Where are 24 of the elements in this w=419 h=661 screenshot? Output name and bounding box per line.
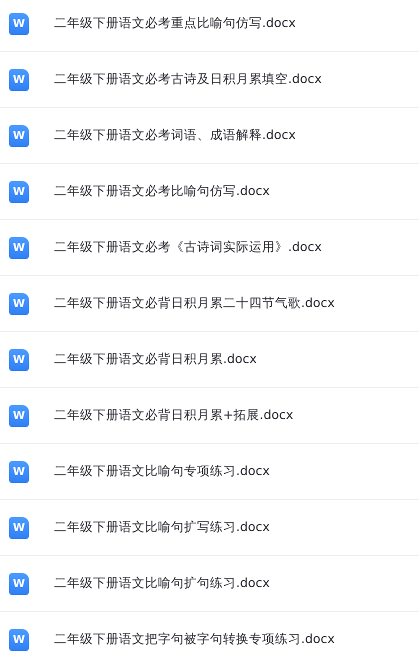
file-name[interactable]: 二年级下册语文把字句被字句转换专项练习.docx — [54, 631, 335, 648]
file-name[interactable]: 二年级下册语文必背日积月累二十四节气歌.docx — [54, 295, 335, 312]
file-name[interactable]: 二年级下册语文必考《古诗词实际运用》.docx — [54, 239, 322, 256]
document-icon: W — [9, 516, 29, 538]
file-name[interactable]: 二年级下册语文必背日积月累.docx — [54, 351, 257, 368]
file-name[interactable]: 二年级下册语文必考词语、成语解释.docx — [54, 127, 296, 144]
file-name[interactable]: 二年级下册语文必考重点比喻句仿写.docx — [54, 15, 296, 32]
document-icon: W — [9, 460, 29, 482]
file-name[interactable]: 二年级下册语文比喻句专项练习.docx — [54, 463, 270, 480]
document-icon: W — [9, 12, 29, 34]
document-icon: W — [9, 292, 29, 314]
document-icon: W — [9, 236, 29, 258]
document-icon: W — [9, 404, 29, 426]
document-icon: W — [9, 180, 29, 202]
document-icon: W — [9, 572, 29, 594]
file-name[interactable]: 二年级下册语文比喻句扩写练习.docx — [54, 519, 270, 536]
document-icon: W — [9, 124, 29, 146]
file-name[interactable]: 二年级下册语文必考比喻句仿写.docx — [54, 183, 270, 200]
file-name[interactable]: 二年级下册语文必考古诗及日积月累填空.docx — [54, 71, 322, 88]
file-name[interactable]: 二年级下册语文必背日积月累+拓展.docx — [54, 407, 294, 424]
document-icon: W — [9, 68, 29, 90]
document-icon: W — [9, 348, 29, 370]
document-icon: W — [9, 628, 29, 650]
file-name[interactable]: 二年级下册语文比喻句扩句练习.docx — [54, 575, 270, 592]
